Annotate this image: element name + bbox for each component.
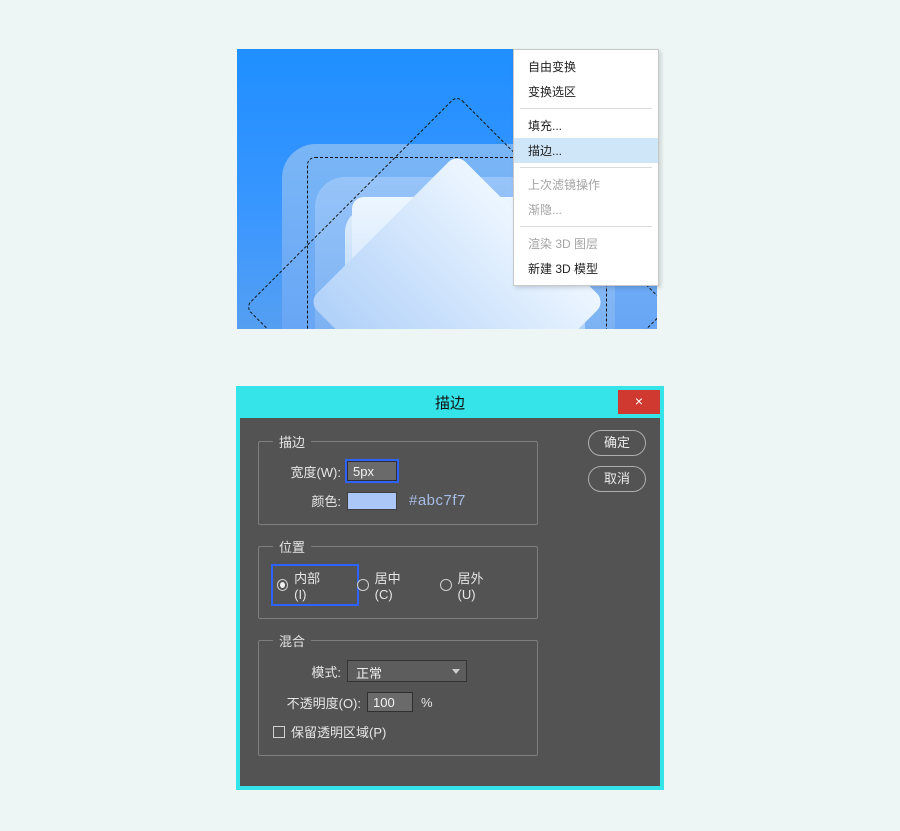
radio-inside[interactable]: 内部(I) [277, 568, 329, 602]
width-label: 宽度(W): [273, 462, 341, 481]
ctx-item-free-transform[interactable]: 自由变换 [514, 54, 658, 79]
dialog-titlebar[interactable]: 描边 × [240, 390, 660, 418]
section-position: 位置 内部(I) 居中(C) 居外(U) [258, 537, 538, 619]
mode-label: 模式: [273, 662, 341, 681]
radio-dot-icon [277, 579, 288, 591]
radio-inside-label: 内部(I) [294, 568, 329, 602]
color-hex: #abc7f7 [409, 492, 466, 509]
dialog-title: 描边 [435, 395, 465, 412]
preserve-checkbox[interactable] [273, 726, 285, 738]
radio-center-label: 居中(C) [375, 568, 416, 602]
ctx-item-new-3d-model[interactable]: 新建 3D 模型 [514, 256, 658, 281]
ctx-separator [520, 226, 652, 227]
stroke-dialog: 描边 × 确定 取消 描边 宽度(W): 颜色: #abc7f7 [236, 386, 664, 790]
width-input[interactable] [347, 461, 397, 481]
section-blend-legend: 混合 [273, 631, 311, 650]
mode-select[interactable]: 正常 [347, 660, 467, 682]
color-swatch[interactable] [347, 492, 397, 510]
section-position-legend: 位置 [273, 537, 311, 556]
dialog-buttons: 确定 取消 [588, 430, 646, 502]
radio-dot-icon [357, 579, 368, 591]
ctx-item-render-3d-layer: 渲染 3D 图层 [514, 231, 658, 256]
ctx-item-transform-selection[interactable]: 变换选区 [514, 79, 658, 104]
close-icon: × [635, 393, 643, 409]
ctx-item-fade: 渐隐... [514, 197, 658, 222]
section-stroke-legend: 描边 [273, 432, 311, 451]
radio-outside-label: 居外(U) [458, 568, 499, 602]
opacity-label: 不透明度(O): [273, 693, 361, 712]
position-inside-ring: 内部(I) [273, 566, 357, 604]
section-stroke: 描边 宽度(W): 颜色: #abc7f7 [258, 432, 538, 525]
ok-button[interactable]: 确定 [588, 430, 646, 456]
ctx-separator [520, 167, 652, 168]
cancel-button[interactable]: 取消 [588, 466, 646, 492]
close-button[interactable]: × [618, 390, 660, 414]
width-field-ring [347, 461, 397, 481]
opacity-suffix: % [421, 695, 433, 710]
ctx-item-fill[interactable]: 填充... [514, 113, 658, 138]
radio-center[interactable]: 居中(C) [357, 568, 416, 602]
context-menu: 自由变换 变换选区 填充... 描边... 上次滤镜操作 渐隐... 渲染 3D… [513, 49, 659, 286]
ctx-separator [520, 108, 652, 109]
preserve-label: 保留透明区域(P) [291, 722, 386, 741]
dialog-body: 确定 取消 描边 宽度(W): 颜色: #abc7f7 位置 [240, 418, 660, 786]
mode-value: 正常 [356, 666, 382, 681]
ctx-item-stroke[interactable]: 描边... [514, 138, 658, 163]
ctx-item-last-filter: 上次滤镜操作 [514, 172, 658, 197]
color-label: 颜色: [273, 491, 341, 510]
radio-outside[interactable]: 居外(U) [440, 568, 499, 602]
radio-dot-icon [440, 579, 451, 591]
section-blend: 混合 模式: 正常 不透明度(O): % 保留透明区域(P) [258, 631, 538, 756]
opacity-input[interactable] [367, 692, 413, 712]
